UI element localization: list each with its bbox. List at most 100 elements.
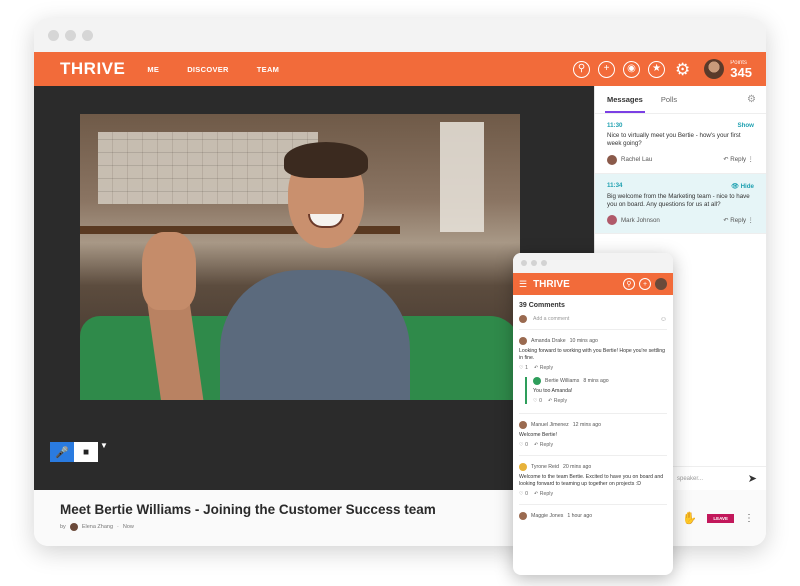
points-value: 345 [730,64,752,80]
menu-icon[interactable]: ☰ [519,279,527,290]
avatar [519,315,527,323]
comment-author[interactable]: Amanda Drake [531,338,566,344]
avatar [69,523,78,531]
reply-button[interactable]: ↶ Reply [534,491,553,497]
comments-section: 39 Comments Add a comment ☺ Amanda Drake… [513,295,673,534]
reply-button[interactable]: ↶ Reply ⋮ [723,217,754,224]
reply-label: Reply [539,491,554,498]
video-person-hand [142,232,196,310]
comments-count: 39 Comments [519,302,565,309]
mobile-chrome [513,253,673,273]
message-author-name: Mark Johnson [621,216,660,224]
app-logo[interactable]: THRIVE [60,59,125,79]
chevron-down-icon[interactable]: ▼ [100,441,108,450]
window-dot-close[interactable] [48,29,59,41]
camera-icon[interactable]: ■ [74,442,98,462]
like-button[interactable]: ♡ 0 [519,491,528,497]
video-feed[interactable] [80,114,520,400]
reply-label: Reply [539,442,554,449]
like-count: 0 [525,491,528,498]
microphone-icon[interactable]: 🎤 [50,442,74,462]
mobile-dot [531,260,537,266]
message-toggle[interactable]: 👁 Hide [731,182,754,190]
avatar [519,421,527,430]
message-author: Rachel Lau [607,154,652,165]
raise-hand-icon[interactable]: ✋ [682,511,697,525]
add-icon[interactable]: + [639,278,651,290]
comment-item: Manuel Jimenez 12 mins ago Welcome Berti… [519,414,667,457]
reply-label: Reply [730,156,747,164]
like-button[interactable]: ♡ 1 [519,365,528,371]
reply-label: Reply [730,216,747,224]
byline-prefix: by [60,524,66,530]
avatar [519,463,527,472]
comment-text: Welcome to the team Bertie. Excited to h… [519,474,664,488]
message-toggle[interactable]: Show [738,122,755,129]
comment-author[interactable]: Manuel Jimenez [531,422,569,428]
message-item: 11:34 👁 Hide Big welcome from the Market… [595,173,766,235]
user-avatar[interactable] [704,59,725,79]
tab-messages[interactable]: Messages [605,95,645,113]
like-count: 0 [525,442,528,449]
comment-text: You too Amanda! [533,388,573,395]
avatar [519,512,527,521]
add-comment-row: Add a comment ☺ [519,315,667,330]
reply-button[interactable]: ↶ Reply [534,365,553,371]
nav-item-discover[interactable]: DISCOVER [187,65,229,74]
video-person-shirt [220,270,410,400]
mobile-logo[interactable]: THRIVE [533,279,570,290]
gear-icon[interactable]: ⚙ [675,61,690,78]
avatar [519,337,527,345]
emoji-icon[interactable]: ☺ [660,316,667,323]
nav-item-team[interactable]: TEAM [257,65,279,74]
message-input[interactable]: speaker... [677,476,703,482]
video-area: 🎤 ■ ▼ [34,86,594,490]
side-tabs: Messages Polls ⚙ [595,86,766,114]
window-dot-maximize[interactable] [82,29,93,41]
nav-item-me[interactable]: ME [147,65,159,74]
like-button[interactable]: ♡ 0 [533,398,542,404]
comment-time: 1 hour ago [567,513,593,520]
mobile-header: ☰ THRIVE ⚲ + [513,273,673,295]
notification-icon[interactable]: ◉ [623,60,641,78]
leave-button[interactable]: LEAVE [707,513,734,523]
comment-time: 20 mins ago [562,464,592,471]
like-count: 1 [525,365,528,372]
avatar [607,154,617,165]
nested-reply: Bertie Williams 8 mins ago You too Amand… [525,377,667,405]
award-icon[interactable]: ★ [648,60,666,78]
media-controls: 🎤 ■ ▼ [50,441,108,462]
message-text: Big welcome from the Marketing team - ni… [607,192,750,209]
byline-time: Now [122,524,134,530]
points-display: Points 345 [730,60,752,79]
reply-button[interactable]: ↶ Reply [534,442,553,448]
mobile-dot [521,260,527,266]
byline-author[interactable]: Elena Zhang [82,524,113,530]
comment-author[interactable]: Tyrone Reid [531,464,559,470]
add-icon[interactable]: + [598,60,616,78]
tab-polls[interactable]: Polls [661,95,677,104]
main-nav: ME DISCOVER TEAM [147,65,279,74]
comment-item: Tyrone Reid 20 mins ago Welcome to the t… [519,456,667,506]
like-count: 0 [539,398,542,405]
byline-dot: · [117,524,119,530]
send-icon[interactable]: ➤ [748,472,757,485]
window-dot-minimize[interactable] [65,29,76,41]
like-button[interactable]: ♡ 0 [519,442,528,448]
comment-author[interactable]: Maggie Jones [531,513,563,519]
avatar [533,377,541,386]
search-icon[interactable]: ⚲ [623,278,635,290]
comment-input[interactable]: Add a comment [533,316,654,322]
more-icon[interactable]: ⋮ [744,513,754,524]
comment-time: 12 mins ago [572,422,602,429]
search-icon[interactable]: ⚲ [573,60,591,78]
points-label: Points [730,59,747,66]
video-person-hair [284,142,368,178]
avatar[interactable] [655,278,667,290]
reply-button[interactable]: ↶ Reply ⋮ [723,156,754,163]
reply-button[interactable]: ↶ Reply [548,398,567,404]
comment-author[interactable]: Bertie Williams [545,378,579,384]
comment-item: Maggie Jones 1 hour ago [519,505,667,527]
panel-settings-icon[interactable]: ⚙ [747,94,756,105]
comment-time: 8 mins ago [583,378,609,385]
